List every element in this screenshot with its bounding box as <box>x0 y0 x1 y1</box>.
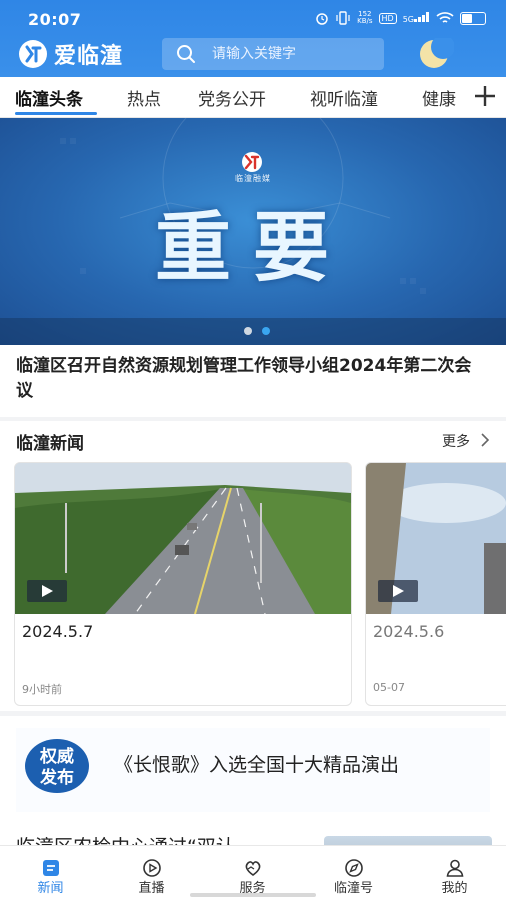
play-icon[interactable] <box>378 580 418 602</box>
channel-tabs: 临潼头条 热点 党务公开 视听临潼 健康 <box>0 77 506 118</box>
live-icon <box>143 859 161 877</box>
app-name: 爱临潼 <box>54 43 124 69</box>
profile-icon <box>446 859 464 877</box>
video-card[interactable]: 2024.5.7 9小时前 <box>14 462 352 706</box>
section-title: 临潼新闻 <box>16 434 84 454</box>
carousel-dot-2[interactable] <box>262 327 270 335</box>
add-channel-icon[interactable] <box>472 83 498 109</box>
nav-profile[interactable]: 我的 <box>404 846 505 901</box>
nav-label: 临潼号 <box>333 881 373 896</box>
service-icon <box>245 861 261 876</box>
tab-party-affairs[interactable]: 党务公开 <box>198 85 266 110</box>
video-title[interactable]: 2024.5.6 <box>373 622 444 641</box>
video-title[interactable]: 2024.5.7 <box>22 622 93 641</box>
promo-card[interactable]: 权威 发布 《长恨歌》入选全国十大精品演出 <box>16 728 490 812</box>
net-speed: 152 KB/s <box>357 10 373 25</box>
tab-hot[interactable]: 热点 <box>127 85 161 110</box>
nav-live[interactable]: 直播 <box>101 846 202 901</box>
signal-icon: 5G <box>403 12 430 24</box>
promo-title[interactable]: 《长恨歌》入选全国十大精品演出 <box>114 750 399 777</box>
home-indicator <box>190 893 316 897</box>
vibrate-icon <box>336 11 350 25</box>
nav-label: 直播 <box>138 881 165 896</box>
alarm-icon <box>316 13 328 25</box>
headline-title[interactable]: 临潼区召开自然资源规划管理工作领导小组2024年第二次会议 <box>16 354 486 404</box>
chevron-right-icon[interactable] <box>480 433 490 447</box>
app-logo: 爱临潼 <box>18 38 123 70</box>
banner-footer <box>0 318 506 345</box>
nav-linton-account[interactable]: 临潼号 <box>303 846 404 901</box>
svg-text:发布: 发布 <box>39 767 74 788</box>
nav-news[interactable]: 新闻 <box>0 846 101 901</box>
banner-org: 临潼融媒 <box>235 174 271 183</box>
status-time: 20:07 <box>28 10 82 29</box>
video-card[interactable]: 2024.5.6 05-07 <box>365 462 506 706</box>
news-section: 临潼新闻 更多 2024.5.7 9小时前 2024.5.6 05-07 <box>0 421 506 711</box>
tab-health[interactable]: 健康 <box>422 85 456 110</box>
video-time: 9小时前 <box>22 683 62 696</box>
video-time: 05-07 <box>373 681 405 694</box>
night-mode-icon[interactable] <box>418 38 454 70</box>
tab-headlines[interactable]: 临潼头条 <box>15 85 83 110</box>
promo-section: 权威 发布 《长恨歌》入选全国十大精品演出 <box>0 716 506 836</box>
logo-icon <box>19 40 47 68</box>
compass-icon <box>345 859 363 877</box>
banner-title: 重要 <box>155 203 351 292</box>
banner-caption[interactable]: 临潼区召开自然资源规划管理工作领导小组2024年第二次会议 <box>0 345 506 417</box>
search-bar[interactable] <box>162 38 384 70</box>
status-bar: 20:07 152 KB/s HD 5G <box>0 0 506 40</box>
nav-label: 我的 <box>441 881 468 896</box>
svg-text:权威: 权威 <box>39 746 74 767</box>
play-icon[interactable] <box>27 580 67 602</box>
active-tab-indicator <box>15 112 97 115</box>
search-icon[interactable] <box>176 44 196 64</box>
tab-audio-visual[interactable]: 视听临潼 <box>310 85 378 110</box>
search-input[interactable] <box>210 45 374 63</box>
wifi-icon <box>436 11 454 23</box>
nav-label: 新闻 <box>37 881 64 896</box>
status-icons: 152 KB/s HD 5G <box>315 11 486 25</box>
carousel-dot-1[interactable] <box>244 327 252 335</box>
hd-badge: HD <box>378 12 397 24</box>
more-link[interactable]: 更多 <box>442 431 470 451</box>
news-icon <box>43 860 59 876</box>
battery-icon <box>460 11 486 25</box>
authority-badge-icon: 权威 发布 <box>25 739 89 793</box>
